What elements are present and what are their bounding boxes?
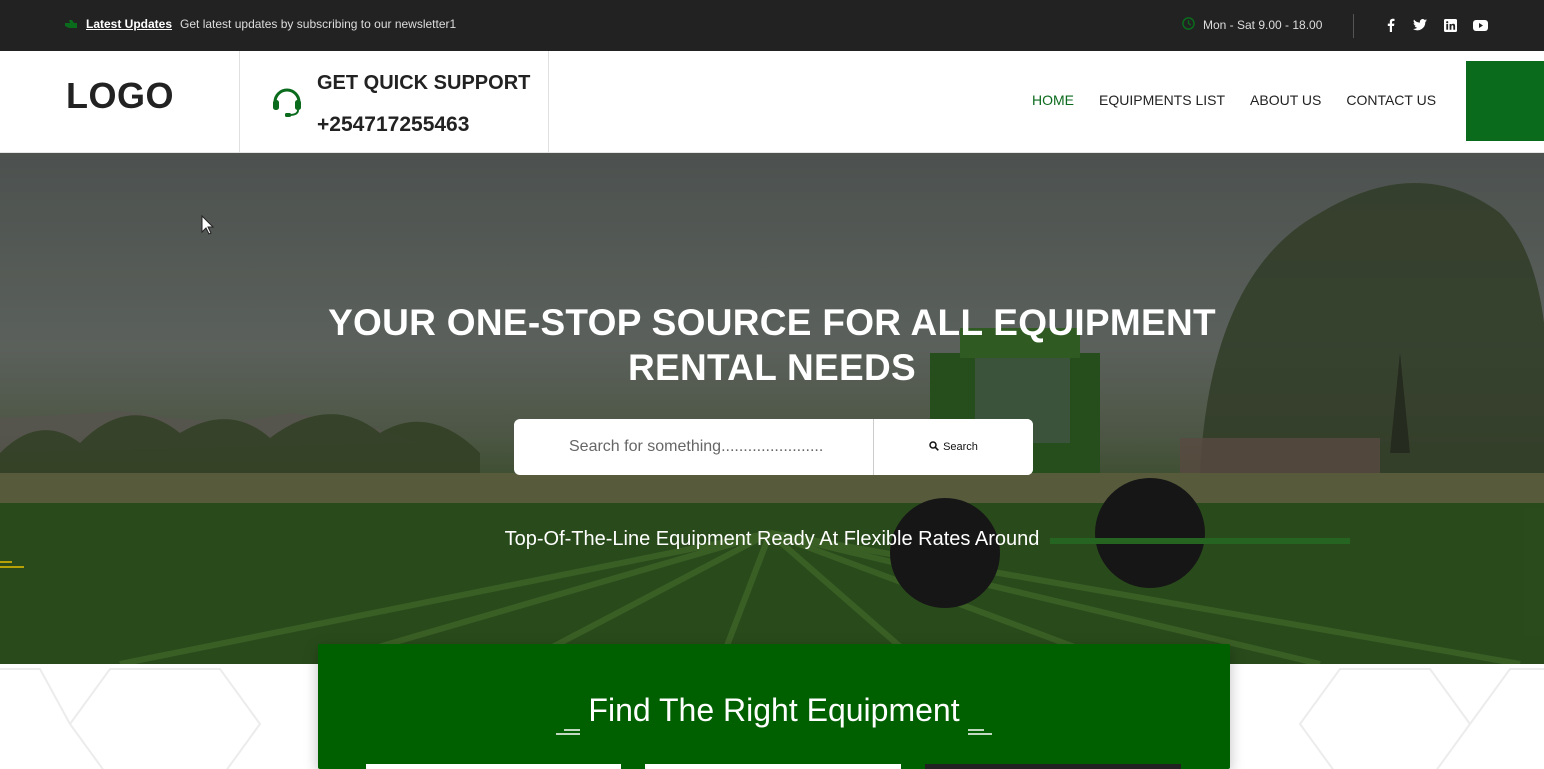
twitter-icon[interactable] [1412, 17, 1428, 33]
hero-title: YOUR ONE-STOP SOURCE FOR ALL EQUIPMENT R… [0, 300, 1544, 390]
site-logo[interactable]: LOGO [66, 75, 174, 117]
decorative-dash-icon [968, 708, 993, 735]
updates-text: Get latest updates by subscribing to our… [180, 17, 457, 31]
filter-field-1[interactable] [366, 764, 621, 769]
hand-pointer-icon [64, 17, 78, 31]
support-phone[interactable]: +254717255463 [317, 113, 469, 137]
nav-home[interactable]: HOME [1032, 92, 1074, 108]
decorative-dash-icon [0, 558, 26, 570]
hero-search: Search [514, 419, 1033, 475]
hero-tagline: Top-Of-The-Line Equipment Ready At Flexi… [504, 528, 1040, 550]
clock-icon [1182, 17, 1195, 33]
search-input[interactable] [514, 419, 873, 475]
support-title: GET QUICK SUPPORT [317, 72, 531, 94]
site-header: LOGO GET QUICK SUPPORT +254717255463 HOM… [0, 51, 1544, 153]
search-button-label: Search [943, 441, 978, 453]
hero-title-line-2: RENTAL NEEDS [628, 347, 916, 388]
hero-section: YOUR ONE-STOP SOURCE FOR ALL EQUIPMENT R… [0, 153, 1544, 664]
linkedin-icon[interactable] [1442, 17, 1458, 33]
header-cta-button[interactable] [1466, 61, 1544, 141]
topbar-divider [1353, 14, 1354, 38]
search-icon [929, 440, 939, 454]
hero-overlay [0, 153, 1544, 664]
filter-submit-button[interactable] [925, 764, 1181, 769]
decorative-dash-icon [555, 708, 580, 735]
search-button[interactable]: Search [873, 419, 1033, 475]
find-equipment-panel: Find The Right Equipment [318, 644, 1230, 769]
facebook-icon[interactable] [1382, 17, 1398, 33]
latest-updates-link[interactable]: Latest Updates [86, 17, 172, 31]
hours-text: Mon - Sat 9.00 - 18.00 [1203, 18, 1323, 32]
business-hours: Mon - Sat 9.00 - 18.00 [1182, 17, 1322, 33]
nav-equipments-list[interactable]: EQUIPMENTS LIST [1099, 92, 1225, 108]
mouse-cursor-icon [201, 214, 215, 235]
header-divider [548, 51, 549, 153]
youtube-icon[interactable] [1472, 17, 1488, 33]
hero-title-line-1: YOUR ONE-STOP SOURCE FOR ALL EQUIPMENT [328, 302, 1216, 343]
header-divider [239, 51, 240, 153]
updates-notice: Latest Updates Get latest updates by sub… [64, 17, 456, 31]
filter-field-2[interactable] [645, 764, 901, 769]
main-nav: HOME EQUIPMENTS LIST ABOUT US CONTACT US [1032, 92, 1436, 108]
find-equipment-title: Find The Right Equipment [588, 692, 960, 728]
nav-contact-us[interactable]: CONTACT US [1346, 92, 1436, 108]
find-equipment-heading: Find The Right Equipment [318, 692, 1230, 735]
nav-about-us[interactable]: ABOUT US [1250, 92, 1321, 108]
social-links [1382, 17, 1488, 33]
top-bar: Latest Updates Get latest updates by sub… [0, 0, 1544, 51]
headset-icon [268, 81, 306, 119]
